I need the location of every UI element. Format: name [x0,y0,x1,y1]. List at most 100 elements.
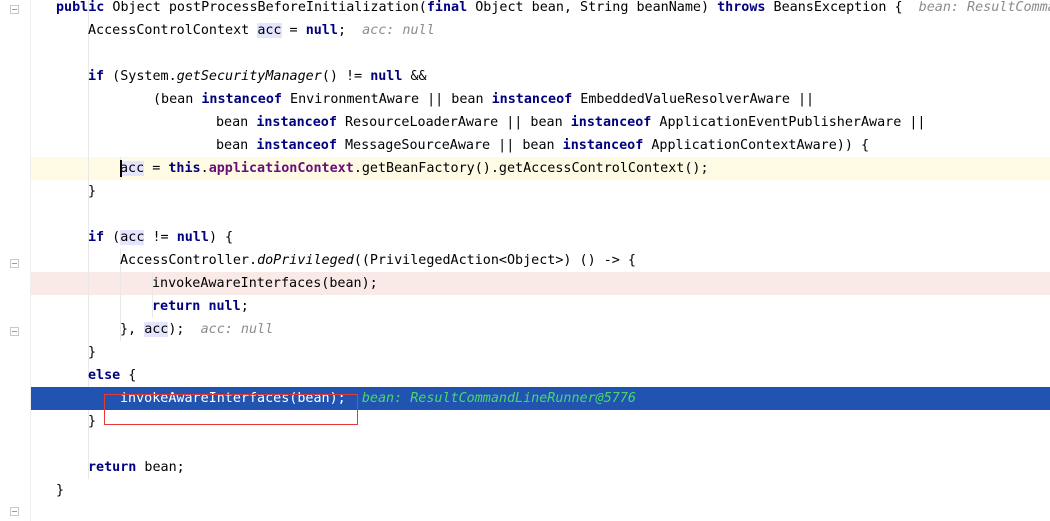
code-token: AccessController. [120,253,258,268]
code-token: getSecurityManager [176,69,322,84]
code-token: }, [120,322,145,337]
code-token: BeansException { [765,0,919,15]
code-text: bean instanceof MessageSourceAware || be… [216,134,869,157]
code-line[interactable]: return null; [31,295,1050,318]
code-text: } [88,410,96,433]
caret-line[interactable]: acc = this.applicationContext.getBeanFac… [31,157,1050,180]
code-token: bean; [136,460,185,475]
code-token: public [56,0,105,15]
code-editor[interactable]: public Object postProcessBeforeInitializ… [0,0,1050,521]
code-text: if (System.getSecurityManager() != null … [88,65,427,88]
code-token: != [144,230,177,245]
code-line[interactable]: bean instanceof MessageSourceAware || be… [31,134,1050,157]
code-token: AccessControlContext [88,23,258,38]
code-text: public Object postProcessBeforeInitializ… [56,0,1050,19]
code-token: ); [168,322,201,337]
code-text: bean instanceof ResourceLoaderAware || b… [216,111,925,134]
code-text: if (acc != null) { [88,226,233,249]
indent-guide [88,433,89,456]
code-line[interactable]: } [31,180,1050,203]
code-token: ResourceLoaderAware || bean [336,115,571,130]
code-token: } [88,414,97,429]
code-line[interactable]: else { [31,364,1050,387]
code-line[interactable]: AccessController.doPrivileged((Privilege… [31,249,1050,272]
code-line[interactable]: if (acc != null) { [31,226,1050,249]
code-token: if [88,69,105,84]
code-token: null [370,69,403,84]
indent-guide [88,295,89,318]
code-token: invokeAwareInterfaces(bean); [120,391,362,406]
code-line[interactable]: public Object postProcessBeforeInitializ… [31,0,1050,19]
code-token: instanceof [491,92,573,107]
code-text: invokeAwareInterfaces(bean); [152,272,378,295]
code-token: return [152,299,201,314]
code-text: } [56,479,64,502]
code-token: return [88,460,137,475]
code-token: = [144,161,169,176]
code-line[interactable]: (bean instanceof EnvironmentAware || bea… [31,88,1050,111]
inline-debug-value: bean: ResultCommandLineRunner@5776 [918,0,1050,15]
code-line[interactable] [31,42,1050,65]
code-text: (bean instanceof EnvironmentAware || bea… [153,88,814,111]
code-line[interactable]: AccessControlContext acc = null; acc: nu… [31,19,1050,42]
code-text: invokeAwareInterfaces(bean); bean: Resul… [120,387,636,410]
code-token: ((PrivilegedAction<Object>) () -> { [353,253,636,268]
code-token: acc [144,322,169,337]
indent-guide [88,157,89,180]
code-line[interactable]: if (System.getSecurityManager() != null … [31,65,1050,88]
code-token: (System. [104,69,177,84]
code-token: ApplicationContextAware)) { [643,138,870,153]
fold-marker-icon[interactable] [10,507,19,516]
code-token: instanceof [562,138,644,153]
code-token: ( [104,230,121,245]
code-token: ; [337,23,363,38]
code-token: ; [240,299,249,314]
code-text: }, acc); acc: null [120,318,273,341]
indent-guide [88,249,89,272]
code-line[interactable]: } [31,479,1050,502]
breakpoint-line[interactable]: invokeAwareInterfaces(bean); [31,272,1050,295]
code-line[interactable]: }, acc); acc: null [31,318,1050,341]
code-token: } [88,184,97,199]
code-token: && [402,69,427,84]
code-token: () != [321,69,371,84]
indent-guide [88,272,89,295]
code-line[interactable] [31,433,1050,456]
code-token: doPrivileged [257,253,354,268]
code-token: Object bean, String beanName) [467,0,718,15]
code-token: .getBeanFactory().getAccessControlContex… [353,161,709,176]
code-line[interactable]: bean instanceof ResourceLoaderAware || b… [31,111,1050,134]
current-execution-line[interactable]: invokeAwareInterfaces(bean); bean: Resul… [31,387,1050,410]
code-text: } [88,180,96,203]
code-token: instanceof [570,115,652,130]
code-token: acc [120,161,145,176]
indent-guide [88,318,89,341]
inline-debug-value: acc: null [362,23,435,38]
code-token: null [208,299,241,314]
indent-guide [88,42,89,65]
code-token: null [305,23,338,38]
code-token: EnvironmentAware || bean [282,92,492,107]
indent-guide [120,295,121,318]
code-text: AccessController.doPrivileged((Privilege… [120,249,636,272]
fold-marker-icon[interactable] [10,327,19,336]
fold-marker-icon[interactable] [10,259,19,268]
code-line[interactable]: } [31,341,1050,364]
code-token: } [88,345,97,360]
code-line[interactable]: return bean; [31,456,1050,479]
code-text: acc = this.applicationContext.getBeanFac… [120,157,709,180]
code-token: ) { [208,230,234,245]
code-token: bean [216,138,257,153]
code-line[interactable] [31,203,1050,226]
text-caret [120,160,122,177]
code-text: return null; [152,295,249,318]
indent-guide [88,203,89,226]
code-token: . [200,161,209,176]
code-token: null [176,230,209,245]
code-token: instanceof [256,115,337,130]
code-line[interactable]: } [31,410,1050,433]
code-token: bean [216,115,257,130]
code-token: applicationContext [208,161,354,176]
fold-marker-icon[interactable] [10,5,19,14]
code-token: throws [717,0,766,15]
